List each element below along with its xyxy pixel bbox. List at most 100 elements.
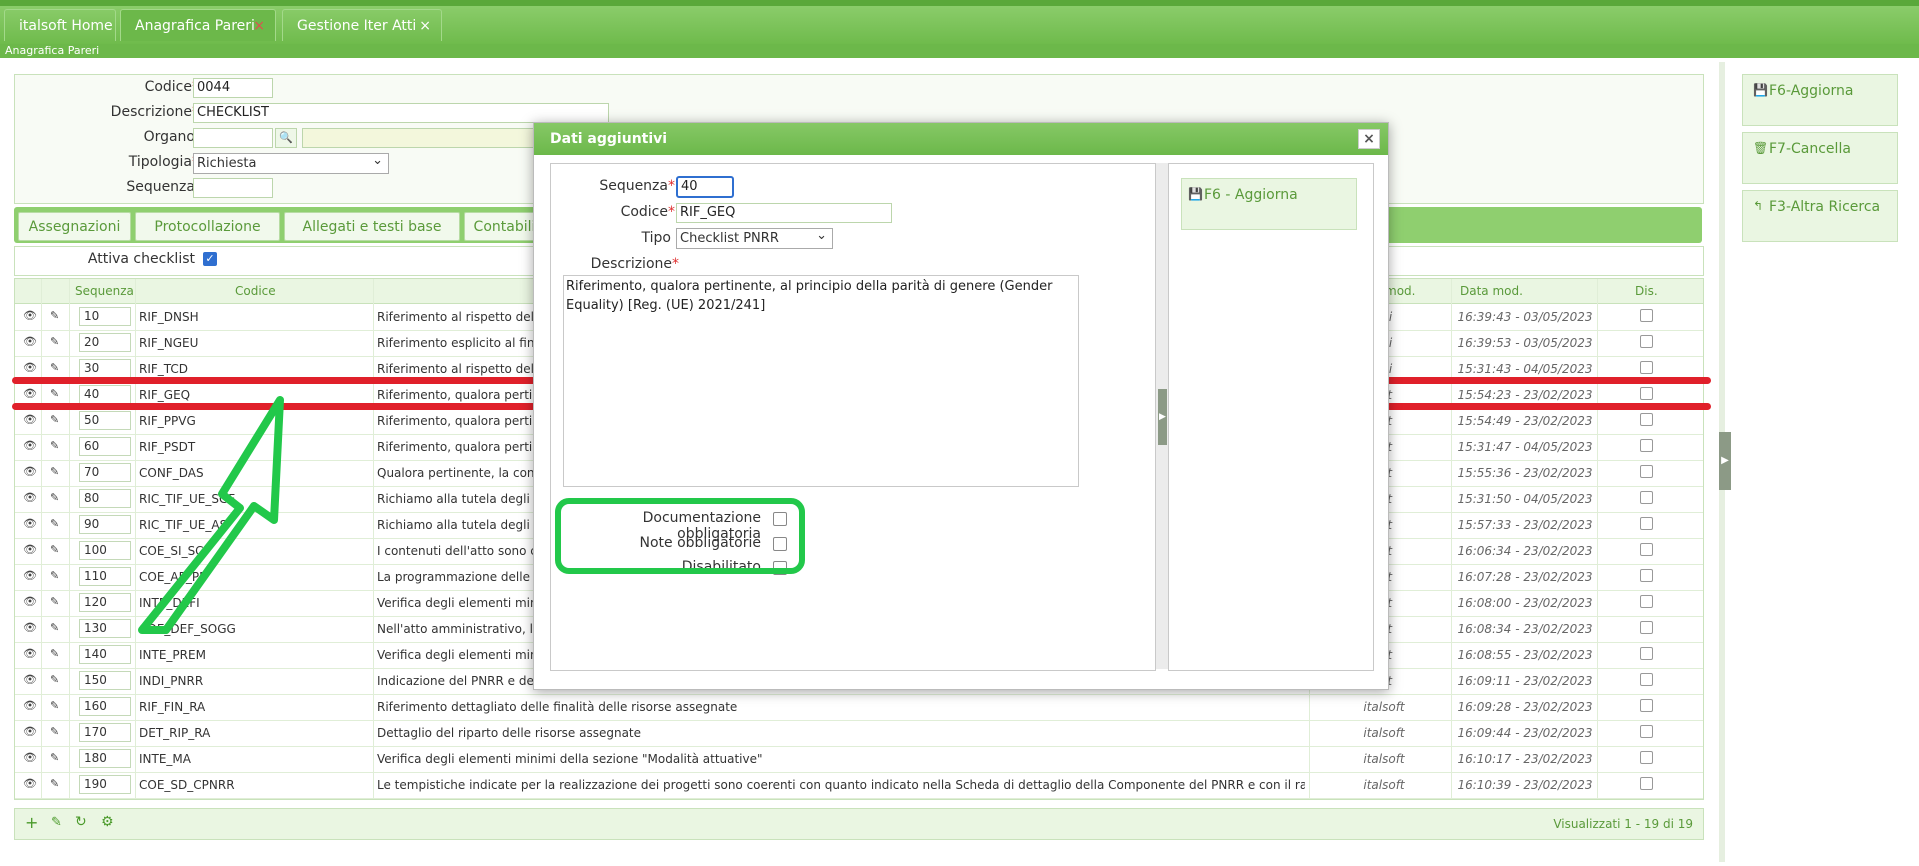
edit-icon[interactable]: ✎ (50, 543, 59, 556)
tipologia-select[interactable]: Richiesta (193, 151, 389, 174)
refresh-icon[interactable]: ↻ (75, 814, 87, 830)
dialog-aggiorna-button[interactable]: 💾 F6 - Aggiorna (1181, 178, 1357, 230)
edit-icon[interactable]: ✎ (51, 815, 62, 830)
view-icon[interactable]: 👁 (23, 569, 37, 582)
row-sequenza[interactable]: 50 (79, 411, 131, 430)
row-sequenza[interactable]: 100 (79, 541, 131, 560)
edit-icon[interactable]: ✎ (50, 361, 59, 374)
f7-cancella-button[interactable]: 🗑 F7-Cancella (1742, 132, 1898, 184)
row-dis-checkbox[interactable] (1640, 777, 1653, 790)
view-icon[interactable]: 👁 (23, 335, 37, 348)
view-icon[interactable]: 👁 (23, 595, 37, 608)
view-icon[interactable]: 👁 (23, 387, 37, 400)
edit-icon[interactable]: ✎ (50, 309, 59, 322)
row-sequenza[interactable]: 90 (79, 515, 131, 534)
codice-field[interactable]: RIF_GEQ (676, 203, 892, 223)
view-icon[interactable]: 👁 (23, 439, 37, 452)
row-dis-checkbox[interactable] (1640, 439, 1653, 452)
tab-allegati[interactable]: Allegati e testi base (284, 212, 460, 241)
col-utente[interactable]: mod. (1385, 284, 1415, 298)
view-icon[interactable]: 👁 (23, 491, 37, 504)
descrizione-textarea[interactable]: Riferimento, qualora pertinente, al prin… (563, 275, 1079, 487)
edit-icon[interactable]: ✎ (50, 335, 59, 348)
row-sequenza[interactable]: 130 (79, 619, 131, 638)
edit-icon[interactable]: ✎ (50, 491, 59, 504)
tipo-select[interactable]: Checklist PNRR (676, 226, 833, 249)
descrizione-field[interactable]: CHECKLIST (193, 103, 609, 123)
row-sequenza[interactable]: 160 (79, 697, 131, 716)
view-icon[interactable]: 👁 (23, 777, 37, 790)
collapse-handle[interactable]: ▶ (1158, 389, 1167, 445)
sequenza-field[interactable]: 40 (676, 176, 734, 198)
attiva-checklist-checkbox[interactable]: ✓ (203, 252, 217, 266)
row-dis-checkbox[interactable] (1640, 699, 1653, 712)
tab-italsoft-home[interactable]: italsoft Home (4, 9, 116, 41)
collapse-handle[interactable]: ▶ (1719, 432, 1731, 490)
row-sequenza[interactable]: 40 (79, 385, 131, 404)
view-icon[interactable]: 👁 (23, 465, 37, 478)
close-icon[interactable]: × (419, 10, 431, 42)
f3-altra-ricerca-button[interactable]: ↰ F3-Altra Ricerca (1742, 190, 1898, 242)
row-dis-checkbox[interactable] (1640, 673, 1653, 686)
view-icon[interactable]: 👁 (23, 361, 37, 374)
edit-icon[interactable]: ✎ (50, 439, 59, 452)
view-icon[interactable]: 👁 (23, 517, 37, 530)
row-sequenza[interactable]: 70 (79, 463, 131, 482)
edit-icon[interactable]: ✎ (50, 569, 59, 582)
row-sequenza[interactable]: 80 (79, 489, 131, 508)
row-sequenza[interactable]: 120 (79, 593, 131, 612)
edit-icon[interactable]: ✎ (50, 595, 59, 608)
row-sequenza[interactable]: 60 (79, 437, 131, 456)
edit-icon[interactable]: ✎ (50, 777, 59, 790)
gear-icon[interactable]: ⚙ (101, 814, 114, 830)
edit-icon[interactable]: ✎ (50, 621, 59, 634)
row-dis-checkbox[interactable] (1640, 751, 1653, 764)
f6-aggiorna-button[interactable]: 💾 F6-Aggiorna (1742, 74, 1898, 126)
tab-assegnazioni[interactable]: Assegnazioni (18, 212, 131, 241)
view-icon[interactable]: 👁 (23, 673, 37, 686)
row-dis-checkbox[interactable] (1640, 621, 1653, 634)
table-row[interactable]: 👁 ✎ 170 DET_RIP_RA Dettaglio del riparto del… (15, 720, 1703, 747)
row-dis-checkbox[interactable] (1640, 725, 1653, 738)
row-dis-checkbox[interactable] (1640, 595, 1653, 608)
row-sequenza[interactable]: 110 (79, 567, 131, 586)
row-sequenza[interactable]: 140 (79, 645, 131, 664)
row-dis-checkbox[interactable] (1640, 387, 1653, 400)
edit-icon[interactable]: ✎ (50, 699, 59, 712)
table-row[interactable]: 👁 ✎ 180 INTE_MA Verifica degli elementi mini… (15, 746, 1703, 773)
edit-icon[interactable]: ✎ (50, 725, 59, 738)
edit-icon[interactable]: ✎ (50, 387, 59, 400)
tab-gestione-iter-atti[interactable]: Gestione Iter Atti × (282, 9, 442, 41)
row-dis-checkbox[interactable] (1640, 361, 1653, 374)
edit-icon[interactable]: ✎ (50, 413, 59, 426)
view-icon[interactable]: 👁 (23, 309, 37, 322)
view-icon[interactable]: 👁 (23, 699, 37, 712)
row-sequenza[interactable]: 190 (79, 775, 131, 794)
edit-icon[interactable]: ✎ (50, 673, 59, 686)
col-sequenza[interactable]: Sequenza (75, 284, 134, 298)
sequenza-field[interactable] (193, 178, 273, 198)
view-icon[interactable]: 👁 (23, 621, 37, 634)
view-icon[interactable]: 👁 (23, 413, 37, 426)
table-row[interactable]: 👁 ✎ 190 COE_SD_CPNRR Le tempistiche indicate… (15, 772, 1703, 799)
row-dis-checkbox[interactable] (1640, 309, 1653, 322)
row-dis-checkbox[interactable] (1640, 491, 1653, 504)
tab-protocollazione[interactable]: Protocollazione (135, 212, 280, 241)
col-dis[interactable]: Dis. (1635, 284, 1658, 298)
edit-icon[interactable]: ✎ (50, 517, 59, 530)
organo-field[interactable] (193, 128, 273, 148)
row-sequenza[interactable]: 30 (79, 359, 131, 378)
add-icon[interactable]: + (25, 813, 38, 832)
view-icon[interactable]: 👁 (23, 725, 37, 738)
row-sequenza[interactable]: 180 (79, 749, 131, 768)
view-icon[interactable]: 👁 (23, 751, 37, 764)
view-icon[interactable]: 👁 (23, 647, 37, 660)
tab-anagrafica-pareri[interactable]: Anagrafica Pareri × (120, 9, 276, 41)
row-sequenza[interactable]: 150 (79, 671, 131, 690)
close-icon[interactable]: × (253, 10, 265, 42)
close-icon[interactable]: × (1358, 129, 1380, 149)
col-codice[interactable]: Codice (235, 284, 276, 298)
col-data-mod[interactable]: Data mod. (1460, 284, 1523, 298)
row-dis-checkbox[interactable] (1640, 517, 1653, 530)
row-dis-checkbox[interactable] (1640, 647, 1653, 660)
